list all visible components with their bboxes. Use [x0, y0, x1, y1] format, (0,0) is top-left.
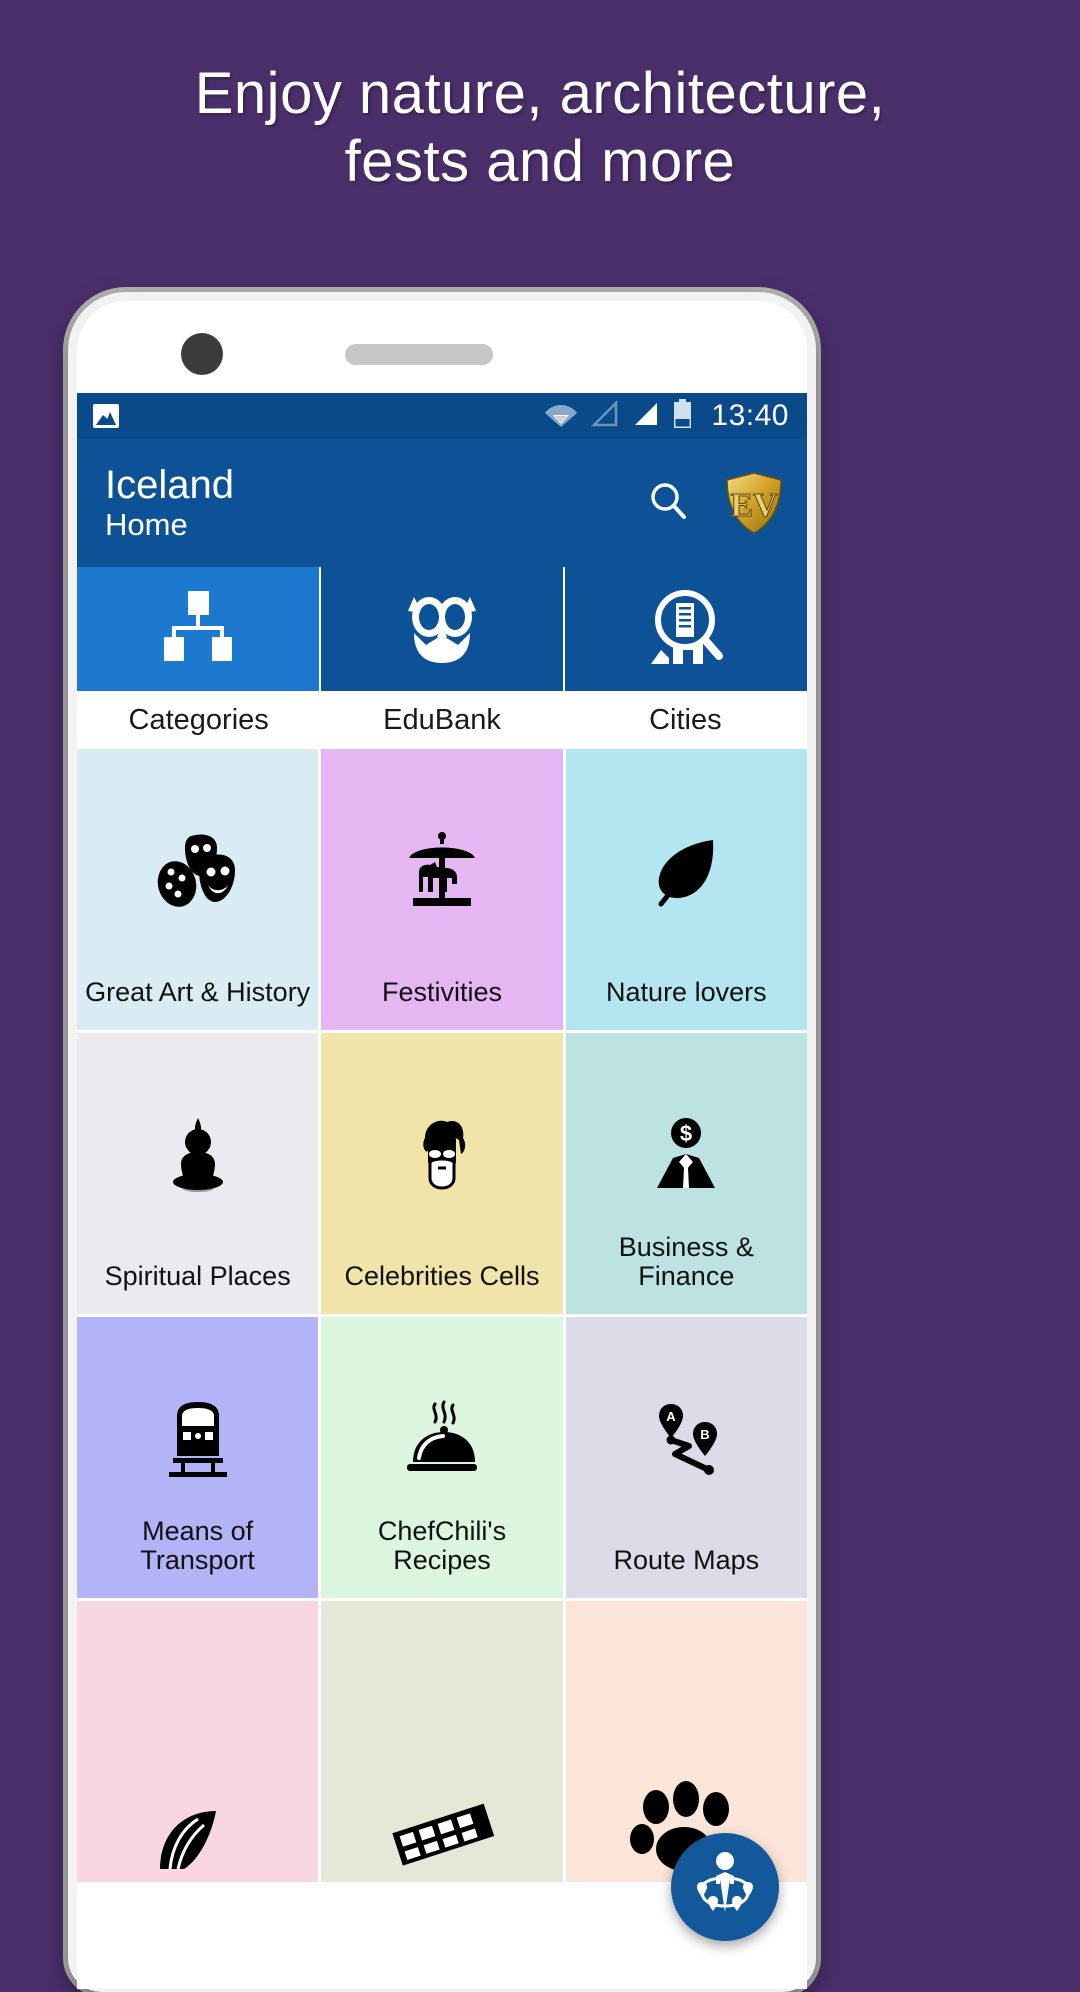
tile-business-finance[interactable]: $ Business & Finance	[565, 1033, 807, 1314]
leaf-icon	[566, 827, 807, 919]
signal-empty-icon	[591, 399, 619, 433]
tile-partial-shell[interactable]	[77, 1601, 319, 1882]
phone-top-bezel	[77, 301, 807, 393]
tile-nature-lovers[interactable]: Nature lovers	[565, 749, 807, 1030]
app-bar: Iceland Home EV	[77, 439, 807, 567]
tile-label: Means of Transport	[140, 1515, 255, 1576]
wifi-icon	[544, 400, 578, 433]
category-grid: Great Art & History Festivities Nature l…	[77, 749, 807, 1882]
tile-partial-film[interactable]	[321, 1601, 563, 1882]
buddha-icon	[77, 1111, 318, 1203]
celebrity-face-icon	[321, 1111, 562, 1203]
shell-fan-icon	[77, 1779, 318, 1871]
phone-mockup: 13:40 Iceland Home EV Categories EduBank…	[68, 292, 816, 1992]
search-icon[interactable]	[645, 478, 691, 529]
tile-label: Spiritual Places	[104, 1261, 291, 1292]
train-icon	[77, 1395, 318, 1487]
tile-route-maps[interactable]: A B Route Maps	[565, 1317, 807, 1598]
tile-partial-paw[interactable]	[565, 1601, 807, 1882]
tile-label: Route Maps	[613, 1545, 760, 1576]
status-time: 13:40	[711, 399, 789, 432]
svg-text:A: A	[667, 1409, 677, 1424]
tab-label-categories[interactable]: Categories	[77, 691, 320, 749]
theater-masks-icon	[77, 827, 318, 919]
owl-icon	[400, 589, 484, 670]
tile-label: Great Art & History	[85, 977, 311, 1008]
tile-celebrities-cells[interactable]: Celebrities Cells	[321, 1033, 563, 1314]
nearby-people-icon	[688, 1848, 762, 1927]
signal-full-icon	[632, 400, 660, 433]
tile-great-art-history[interactable]: Great Art & History	[77, 749, 319, 1030]
battery-icon	[673, 398, 692, 434]
tile-label: ChefChili's Recipes	[377, 1515, 507, 1576]
tab-categories[interactable]	[77, 567, 321, 691]
phone-screen: 13:40 Iceland Home EV Categories EduBank…	[77, 393, 807, 1989]
svg-text:B: B	[701, 1427, 710, 1442]
tile-spiritual-places[interactable]: Spiritual Places	[77, 1033, 319, 1314]
food-cloche-icon	[321, 1395, 562, 1487]
tile-label: Business & Finance	[618, 1231, 754, 1292]
route-ab-icon: A B	[566, 1395, 807, 1487]
promo-line-1: Enjoy nature, architecture,	[194, 61, 886, 126]
businessman-icon: $	[566, 1111, 807, 1203]
film-strip-icon	[321, 1783, 562, 1875]
svg-text:$: $	[680, 1121, 692, 1146]
promo-headline: Enjoy nature, architecture, fests and mo…	[0, 60, 1080, 197]
carousel-icon	[321, 827, 562, 919]
tab-edubank[interactable]	[321, 567, 565, 691]
tab-cities[interactable]	[565, 567, 807, 691]
tab-label-bar: Categories EduBank Cities	[77, 691, 807, 749]
nearby-fab-button[interactable]	[671, 1833, 779, 1941]
tile-festivities[interactable]: Festivities	[321, 749, 563, 1030]
front-camera-icon	[181, 333, 223, 375]
tile-chefchilis-recipes[interactable]: ChefChili's Recipes	[321, 1317, 563, 1598]
tab-label-edubank[interactable]: EduBank	[320, 691, 563, 749]
tile-label: Celebrities Cells	[344, 1261, 540, 1292]
tile-label: Nature lovers	[606, 977, 767, 1008]
earpiece-speaker	[345, 344, 493, 365]
page-title: Iceland	[105, 462, 234, 507]
photo-icon	[93, 404, 119, 428]
hierarchy-icon	[159, 589, 237, 670]
tab-label-cities[interactable]: Cities	[564, 691, 807, 749]
tab-bar	[77, 567, 807, 691]
tile-means-of-transport[interactable]: Means of Transport	[77, 1317, 319, 1598]
page-subtitle: Home	[105, 507, 188, 543]
tile-label: Festivities	[381, 977, 502, 1008]
status-bar: 13:40	[77, 393, 807, 439]
city-search-icon	[645, 588, 727, 671]
ev-shield-logo[interactable]: EV	[725, 472, 783, 534]
ev-logo-text: EV	[730, 487, 778, 524]
promo-line-2: fests and more	[344, 129, 736, 195]
